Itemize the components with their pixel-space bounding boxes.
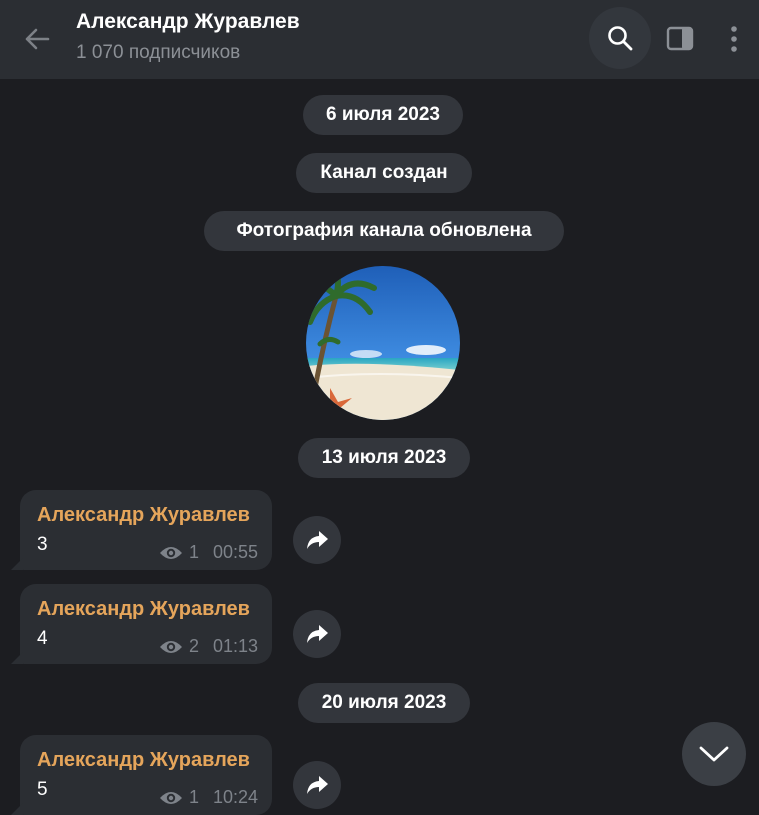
view-count: 2 — [188, 636, 199, 656]
more-vert-icon — [731, 26, 737, 52]
sidebar-toggle-button[interactable] — [664, 24, 696, 54]
share-button[interactable] — [293, 610, 341, 658]
back-button[interactable] — [20, 22, 54, 56]
service-message-channel-created: Канал создан — [296, 153, 472, 193]
message-author[interactable]: Александр Журавлев — [37, 598, 250, 621]
message-author[interactable]: Александр Журавлев — [37, 749, 250, 772]
back-arrow-icon — [25, 28, 50, 50]
message-text: 3 — [37, 534, 48, 555]
search-icon — [608, 26, 633, 51]
message-bubble[interactable]: Александр Журавлев 4 2 01:13 — [11, 584, 272, 664]
date-divider: 20 июля 2023 — [298, 683, 470, 723]
eye-icon — [159, 640, 182, 653]
share-button[interactable] — [293, 516, 341, 564]
share-button[interactable] — [293, 761, 341, 809]
subscriber-count: 1 070 подписчиков — [76, 42, 241, 63]
more-menu-button[interactable] — [722, 22, 746, 56]
sidebar-toggle-icon — [666, 26, 694, 51]
message-bubble[interactable]: Александр Журавлев 5 1 10:24 — [11, 735, 272, 815]
view-count: 1 — [188, 787, 199, 807]
view-count: 1 — [188, 542, 199, 562]
bubble-tail — [11, 558, 23, 570]
message-meta: 1 00:55 — [159, 542, 258, 563]
chevron-down-icon — [699, 746, 729, 762]
message-text: 4 — [37, 628, 48, 649]
bubble-tail — [11, 803, 23, 815]
message-bubble[interactable]: Александр Журавлев 3 1 00:55 — [11, 490, 272, 570]
share-arrow-icon — [307, 776, 328, 794]
eye-icon — [159, 546, 182, 559]
message-time: 10:24 — [212, 787, 258, 807]
chat-header: Александр Журавлев 1 070 подписчиков — [0, 0, 759, 79]
channel-photo[interactable] — [306, 266, 460, 420]
scroll-to-bottom-button[interactable] — [682, 722, 746, 786]
search-button[interactable] — [589, 7, 651, 69]
date-divider: 13 июля 2023 — [298, 438, 470, 478]
date-divider: 6 июля 2023 — [303, 95, 463, 135]
message-time: 00:55 — [212, 542, 258, 562]
service-message-photo-updated: Фотография канала обновлена — [204, 211, 564, 251]
eye-icon — [159, 791, 182, 804]
beach-photo-image — [306, 266, 460, 420]
message-time: 01:13 — [212, 636, 258, 656]
message-meta: 1 10:24 — [159, 787, 258, 808]
bubble-tail — [11, 652, 23, 664]
share-arrow-icon — [307, 625, 328, 643]
message-author[interactable]: Александр Журавлев — [37, 504, 250, 527]
message-text: 5 — [37, 779, 48, 800]
message-meta: 2 01:13 — [159, 636, 258, 657]
share-arrow-icon — [307, 531, 328, 549]
channel-title[interactable]: Александр Журавлев — [76, 10, 300, 34]
